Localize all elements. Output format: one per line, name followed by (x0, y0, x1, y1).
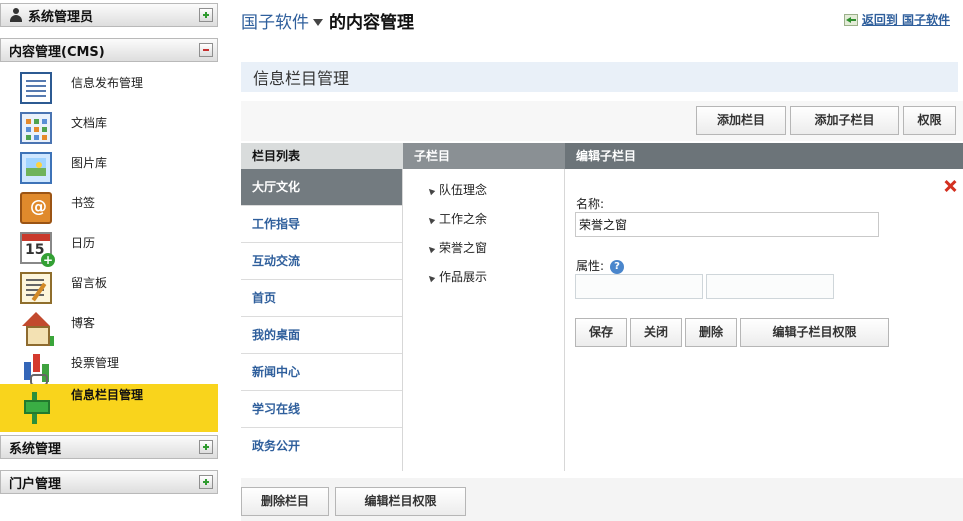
sidebar-item-info-publish[interactable]: 信息发布管理 (0, 64, 218, 104)
category-item[interactable]: 政务公开 (241, 428, 402, 465)
bottom-toolbar: 删除栏目 编辑栏目权限 (241, 478, 963, 521)
panel-portal[interactable]: 门户管理 (0, 470, 218, 494)
site-selector[interactable]: 国子软件 (241, 13, 309, 33)
page-title-suffix: 的内容管理 (329, 13, 414, 33)
panel-admin[interactable]: 系统管理员 (0, 3, 218, 27)
tree-expand-icon[interactable] (426, 244, 436, 254)
category-item[interactable]: 大厅文化 (241, 169, 402, 206)
house-icon (20, 312, 54, 346)
panel-portal-title: 门户管理 (9, 476, 62, 492)
save-button[interactable]: 保存 (575, 318, 627, 347)
close-icon[interactable] (943, 179, 957, 193)
toolbar: 添加栏目 添加子栏目 权限 (241, 101, 963, 141)
main-content: 国子软件 的内容管理 返回到 国子软件 信息栏目管理 添加栏目 添加子栏目 权限 … (241, 0, 963, 521)
add-category-button[interactable]: 添加栏目 (696, 106, 786, 135)
tree-item-label: 工作之余 (439, 212, 488, 226)
cms-menu: 信息发布管理 文档库 图片库 书签 15 + 日历 (0, 64, 218, 432)
back-arrow-icon (843, 13, 858, 26)
tree-item[interactable]: 荣誉之窗 (403, 234, 564, 263)
panel-system-title: 系统管理 (9, 441, 62, 457)
category-item[interactable]: 互动交流 (241, 243, 402, 280)
panel-cms[interactable]: 内容管理(CMS) (0, 38, 218, 62)
sidebar-item-label: 投票管理 (71, 356, 120, 370)
chart-icon (20, 352, 52, 386)
sidebar-item-label: 博客 (71, 316, 96, 330)
expand-icon[interactable] (199, 475, 213, 489)
sidebar-item-vote[interactable]: 投票管理 (0, 344, 218, 386)
sidebar-item-label: 信息发布管理 (71, 76, 144, 90)
tree-item[interactable]: 队伍理念 (403, 176, 564, 205)
expand-icon[interactable] (199, 440, 213, 454)
document-icon (20, 72, 52, 104)
sidebar-item-bookmark[interactable]: 书签 (0, 184, 218, 224)
notepad-icon (20, 272, 52, 304)
name-label: 名称: (576, 197, 605, 211)
category-item[interactable]: 新闻中心 (241, 354, 402, 391)
subcategory-tree: 队伍理念 工作之余 荣誉之窗 作品展示 (403, 169, 565, 471)
tree-expand-icon[interactable] (426, 273, 436, 283)
tree-item-label: 荣誉之窗 (439, 241, 488, 255)
edit-subcategory-permission-button[interactable]: 编辑子栏目权限 (740, 318, 889, 347)
panel-system[interactable]: 系统管理 (0, 435, 218, 459)
collapse-icon[interactable] (199, 43, 213, 57)
sidebar-item-label: 日历 (71, 236, 96, 250)
sidebar-item-label: 留言板 (71, 276, 108, 290)
edit-subcategory-form: 名称: 属性:? 保存 关闭 删除 编辑子栏目权限 (565, 169, 963, 471)
topbar: 国子软件 的内容管理 返回到 国子软件 (241, 0, 963, 38)
category-list-header: 栏目列表 (241, 143, 403, 169)
delete-button[interactable]: 删除 (685, 318, 737, 347)
sidebar-item-label: 文档库 (71, 116, 108, 130)
sidebar-item-message-board[interactable]: 留言板 (0, 264, 218, 304)
sidebar-item-blog[interactable]: 博客 (0, 304, 218, 346)
chevron-down-icon[interactable] (313, 18, 323, 26)
calendar-icon: 15 + (20, 232, 55, 267)
attribute-label-text: 属性: (576, 259, 605, 273)
back-link-label: 返回到 国子软件 (861, 13, 950, 27)
expand-icon[interactable] (199, 8, 213, 22)
sidebar-item-picture-library[interactable]: 图片库 (0, 144, 218, 184)
page-title: 国子软件 的内容管理 (241, 8, 414, 33)
delete-category-button[interactable]: 删除栏目 (241, 487, 329, 516)
add-subcategory-button[interactable]: 添加子栏目 (790, 106, 899, 135)
sidebar-item-doc-library[interactable]: 文档库 (0, 104, 218, 144)
picture-icon (20, 152, 52, 184)
name-input[interactable] (575, 212, 879, 237)
grid-icon (20, 112, 52, 144)
sidebar-item-label: 书签 (71, 196, 96, 210)
tree-expand-icon[interactable] (426, 215, 436, 225)
sidebar-item-calendar[interactable]: 15 + 日历 (0, 224, 218, 267)
sidebar-item-label: 信息栏目管理 (71, 388, 144, 402)
tree-expand-icon[interactable] (426, 186, 436, 196)
tree-item[interactable]: 工作之余 (403, 205, 564, 234)
edit-subcategory-header: 编辑子栏目 (565, 143, 963, 169)
tree-item-label: 队伍理念 (439, 183, 488, 197)
permissions-button[interactable]: 权限 (903, 106, 956, 135)
panel-admin-title: 系统管理员 (28, 9, 94, 25)
subcategory-header: 子栏目 (403, 143, 565, 169)
category-item[interactable]: 工作指导 (241, 206, 402, 243)
sidebar-item-category-manage[interactable]: 信息栏目管理 (0, 384, 218, 432)
category-item[interactable]: 学习在线 (241, 391, 402, 428)
tree-item[interactable]: 作品展示 (403, 263, 564, 292)
panel-cms-title: 内容管理(CMS) (9, 44, 105, 60)
cms-window: 系统管理员 内容管理(CMS) 信息发布管理 文档库 图片库 书签 (0, 0, 963, 521)
signpost-icon (20, 392, 52, 424)
back-link[interactable]: 返回到 国子软件 (843, 11, 950, 28)
sidebar-item-label: 图片库 (71, 156, 108, 170)
category-list: 大厅文化 工作指导 互动交流 首页 我的桌面 新闻中心 学习在线 政务公开 (241, 169, 403, 471)
sidebar: 系统管理员 内容管理(CMS) 信息发布管理 文档库 图片库 书签 (0, 0, 218, 521)
tree-item-label: 作品展示 (439, 270, 488, 284)
attribute-input-2[interactable] (706, 274, 834, 299)
category-item[interactable]: 首页 (241, 280, 402, 317)
close-button[interactable]: 关闭 (630, 318, 682, 347)
attribute-label: 属性:? (576, 257, 625, 274)
edit-category-permission-button[interactable]: 编辑栏目权限 (335, 487, 466, 516)
category-item[interactable]: 我的桌面 (241, 317, 402, 354)
help-icon[interactable]: ? (610, 259, 625, 274)
address-book-icon (20, 192, 52, 224)
attribute-input-1[interactable] (575, 274, 703, 299)
user-icon (9, 8, 23, 22)
section-title: 信息栏目管理 (241, 62, 958, 92)
